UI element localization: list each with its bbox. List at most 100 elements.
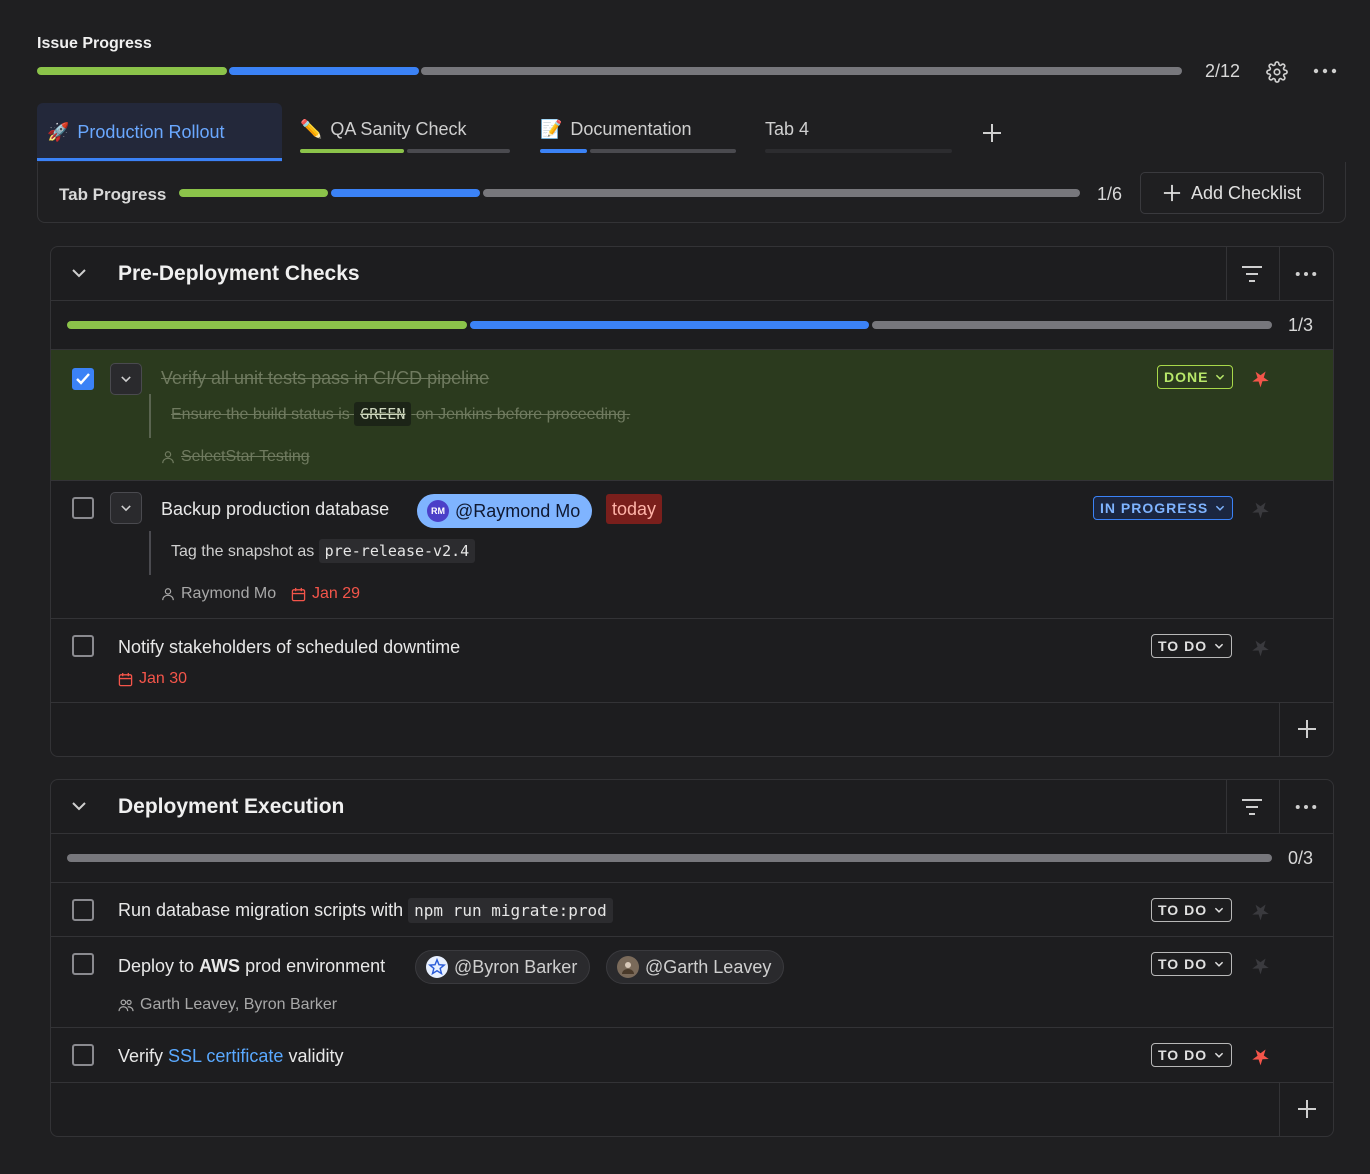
item-note: Tag the snapshot as pre-release-v2.4 — [171, 539, 476, 563]
chevron-down-icon — [1216, 505, 1225, 511]
avatar — [617, 956, 639, 978]
settings-gear-icon[interactable] — [1264, 59, 1290, 85]
status-dropdown[interactable]: TO DO — [1151, 1043, 1233, 1067]
tab-qa-progress-todo — [407, 149, 510, 153]
checklist-pre-deployment: Pre-Deployment Checks 1/3 Verify all uni… — [50, 246, 1334, 757]
divider — [1226, 780, 1227, 834]
calendar-icon — [291, 587, 306, 601]
checklist-item-todo: Deploy to AWS prod environment @Byron Ba… — [51, 937, 1333, 1028]
chevron-down-icon — [1214, 961, 1224, 967]
priority-star-icon[interactable] — [1251, 901, 1271, 921]
add-item-plus-icon[interactable] — [1279, 702, 1333, 756]
item-assignee[interactable]: Raymond Mo — [161, 585, 276, 603]
priority-star-icon[interactable] — [1251, 637, 1271, 657]
issue-progress-count: 2/12 — [1205, 61, 1241, 81]
note-divider — [149, 531, 151, 575]
divider — [1279, 780, 1280, 834]
tab-4-progress — [765, 149, 952, 153]
person-icon — [162, 451, 174, 464]
tab-production-rollout-indicator — [37, 158, 282, 161]
ssl-link[interactable]: SSL certificate — [168, 1046, 283, 1066]
chevron-down-icon[interactable] — [69, 796, 89, 816]
priority-star-icon[interactable] — [1251, 499, 1271, 519]
tab-qa-progress-done — [300, 149, 404, 153]
issue-progress-title: Issue Progress — [37, 35, 152, 52]
expand-toggle[interactable] — [110, 363, 142, 395]
add-item-plus-icon[interactable] — [1279, 1082, 1333, 1136]
person-icon — [162, 588, 174, 601]
item-due-date[interactable]: Jan 29 — [291, 585, 360, 603]
tab-progress-label: Tab Progress — [59, 185, 167, 204]
item-text[interactable]: Verify all unit tests pass in CI/CD pipe… — [161, 368, 489, 389]
avatar: RM — [427, 500, 449, 522]
chevron-down-icon — [1214, 907, 1224, 913]
mention-chip[interactable]: RM @Raymond Mo — [417, 494, 593, 528]
chevron-down-icon — [1216, 374, 1225, 380]
status-dropdown[interactable]: IN PROGRESS — [1093, 496, 1234, 520]
people-icon — [118, 999, 134, 1012]
item-text[interactable]: Notify stakeholders of scheduled downtim… — [118, 637, 460, 658]
tab-doc-progress-inprogress — [540, 149, 587, 153]
section-header: Deployment Execution — [51, 780, 1333, 834]
tab-progress-count: 1/6 — [1097, 184, 1123, 204]
priority-star-icon[interactable] — [1251, 1046, 1271, 1066]
section-more-icon[interactable] — [1293, 797, 1319, 817]
status-dropdown[interactable]: TO DO — [1151, 898, 1233, 922]
item-text[interactable]: Backup production database — [161, 499, 389, 520]
more-options-icon[interactable] — [1310, 58, 1340, 84]
item-checkbox[interactable] — [72, 953, 94, 975]
divider — [1279, 247, 1280, 301]
plus-icon — [1163, 184, 1181, 202]
status-dropdown[interactable]: TO DO — [1151, 952, 1233, 976]
item-text[interactable]: Verify SSL certificate validity — [118, 1046, 343, 1067]
item-checkbox[interactable] — [72, 1044, 94, 1066]
checklist-item-todo: Run database migration scripts with npm … — [51, 882, 1333, 937]
status-dropdown[interactable]: DONE — [1157, 365, 1234, 389]
add-tab-plus-icon[interactable] — [978, 119, 1006, 147]
add-checklist-button[interactable]: Add Checklist — [1140, 172, 1324, 214]
item-note: Ensure the build status is GREEN on Jenk… — [171, 402, 630, 426]
status-dropdown[interactable]: TO DO — [1151, 634, 1233, 658]
section-more-icon[interactable] — [1293, 264, 1319, 284]
mention-chip[interactable]: @Byron Barker — [415, 950, 591, 984]
checklist-deployment-execution: Deployment Execution 0/3 Run database mi… — [50, 779, 1334, 1137]
expand-toggle[interactable] — [110, 492, 142, 524]
avatar — [426, 956, 448, 978]
section-progress-count: 0/3 — [1288, 848, 1314, 868]
section-header: Pre-Deployment Checks — [51, 247, 1333, 301]
chevron-down-icon — [1214, 643, 1224, 649]
item-checkbox[interactable] — [72, 635, 94, 657]
item-text[interactable]: Run database migration scripts with npm … — [118, 898, 613, 923]
section-title: Deployment Execution — [118, 795, 345, 818]
section-progress-count: 1/3 — [1288, 315, 1314, 335]
calendar-icon — [118, 672, 133, 686]
chevron-down-icon[interactable] — [69, 263, 89, 283]
priority-star-icon[interactable] — [1251, 368, 1271, 388]
note-divider — [149, 394, 151, 438]
chevron-down-icon — [1214, 1052, 1224, 1058]
filter-icon[interactable] — [1239, 795, 1265, 819]
checklist-item-done: Verify all unit tests pass in CI/CD pipe… — [51, 349, 1333, 481]
due-today-badge: today — [606, 494, 663, 524]
item-assignees[interactable]: Garth Leavey, Byron Barker — [118, 996, 337, 1014]
memo-icon: 📝 — [540, 118, 563, 139]
section-title: Pre-Deployment Checks — [118, 262, 360, 285]
checklist-item-in-progress: Backup production database RM @Raymond M… — [51, 481, 1333, 619]
chevron-down-icon — [121, 376, 131, 383]
item-checkbox[interactable] — [72, 497, 94, 519]
mention-chip[interactable]: @Garth Leavey — [606, 950, 785, 984]
checklist-item-todo: Notify stakeholders of scheduled downtim… — [51, 619, 1333, 703]
item-checkbox[interactable] — [72, 899, 94, 921]
filter-icon[interactable] — [1239, 262, 1265, 286]
priority-star-icon[interactable] — [1251, 955, 1271, 975]
tab-doc-progress-todo — [590, 149, 736, 153]
tab-production-rollout[interactable]: 🚀 Production Rollout — [47, 103, 225, 161]
checklist-item-todo: Verify SSL certificate validity TO DO — [51, 1028, 1333, 1083]
divider — [1226, 247, 1227, 301]
item-text[interactable]: Deploy to AWS prod environment — [118, 956, 385, 977]
rocket-icon: 🚀 — [47, 121, 70, 142]
item-checkbox[interactable] — [72, 368, 94, 390]
pencil-icon: ✏️ — [300, 118, 323, 139]
item-assignee[interactable]: SelectStar Testing — [161, 448, 310, 466]
item-due-date[interactable]: Jan 30 — [118, 670, 187, 688]
